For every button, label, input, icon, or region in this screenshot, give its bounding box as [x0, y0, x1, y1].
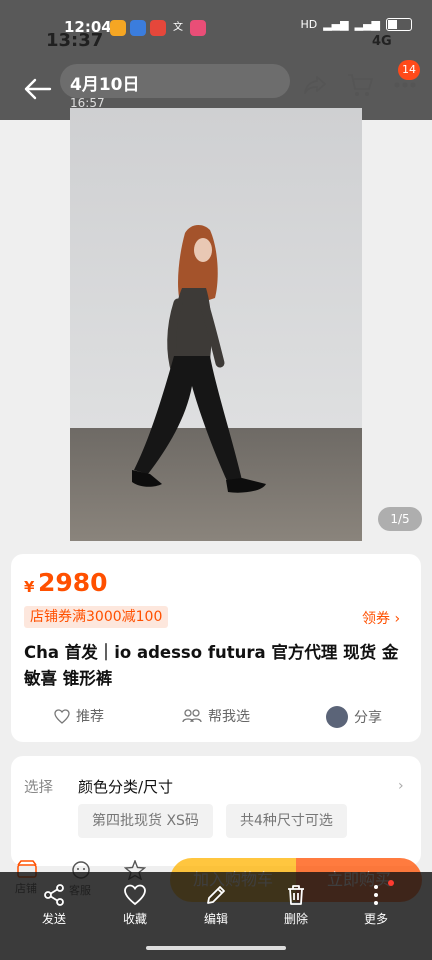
share-button[interactable]: 分享 [326, 706, 382, 728]
status-indicators: HD ▂▄▆ ▂▄▆ [300, 18, 412, 31]
people-icon [182, 709, 202, 723]
currency-symbol: ¥ [24, 578, 35, 596]
send-button[interactable]: 发送 [24, 884, 84, 927]
get-coupon-link[interactable]: 领券 › [362, 608, 400, 628]
share-icon [44, 884, 64, 906]
selection-card[interactable] [11, 756, 421, 866]
selection-value: 颜色分类/尺寸 [78, 778, 174, 796]
heart-icon [124, 884, 146, 906]
more-button[interactable]: 更多 [346, 884, 406, 927]
product-title: Cha 首发｜io adesso futura 官方代理 现货 金敏喜 锥形裤 [24, 643, 399, 688]
signal-icon-2: ▂▄▆ [354, 18, 380, 31]
battery-icon [386, 18, 412, 31]
pencil-icon [207, 886, 225, 904]
signal-icon: ▂▄▆ [323, 18, 349, 31]
trash-icon [288, 885, 304, 905]
photo-date: 4月10日 [70, 75, 140, 95]
recommend-label: 推荐 [76, 709, 104, 725]
favorite-button[interactable]: 收藏 [105, 884, 165, 927]
chevron-right-icon: › [398, 778, 404, 794]
share-label: 分享 [354, 710, 382, 726]
recommend-button[interactable]: 推荐 [54, 706, 104, 726]
product-price: 2980 [38, 568, 108, 597]
app-icon-5 [190, 20, 206, 36]
help-choose-button[interactable]: 帮我选 [182, 706, 250, 726]
back-arrow-icon[interactable] [22, 76, 52, 102]
variant-chip[interactable]: 第四批现货 XS码 [78, 804, 213, 838]
more-label: 更多 [363, 912, 388, 926]
delete-button[interactable]: 删除 [266, 884, 326, 927]
ghost-status-time: 13:37 [46, 30, 104, 51]
cart-count-badge: 14 [398, 60, 420, 80]
home-indicator[interactable] [146, 946, 286, 950]
selection-label: 选择 [24, 780, 53, 796]
avatar [326, 706, 348, 728]
cart-icon[interactable] [346, 72, 374, 98]
app-icon-2 [130, 20, 146, 36]
product-photo[interactable] [70, 108, 362, 541]
delete-label: 删除 [283, 912, 308, 926]
edit-label: 编辑 [203, 912, 228, 926]
edit-button[interactable]: 编辑 [186, 884, 246, 927]
app-icon-1 [110, 20, 126, 36]
help-choose-label: 帮我选 [208, 709, 250, 725]
more-dots-icon[interactable] [392, 78, 418, 92]
photo-page-indicator: 1/5 [378, 507, 422, 531]
heart-outline-icon [54, 708, 70, 724]
share-forward-icon[interactable] [302, 72, 328, 98]
more-icon [374, 885, 378, 905]
send-label: 发送 [41, 912, 66, 926]
notification-icons: 文 [110, 20, 206, 36]
app-icon-4: 文 [173, 22, 183, 33]
network-label: 4G [372, 34, 392, 49]
size-count-chip[interactable]: 共4种尺寸可选 [226, 804, 347, 838]
store-coupon: 店铺券满3000减100 [24, 606, 169, 628]
app-icon-3 [150, 20, 166, 36]
hd-icon: HD [300, 18, 318, 31]
notification-dot [388, 880, 394, 886]
favorite-label: 收藏 [122, 912, 147, 926]
